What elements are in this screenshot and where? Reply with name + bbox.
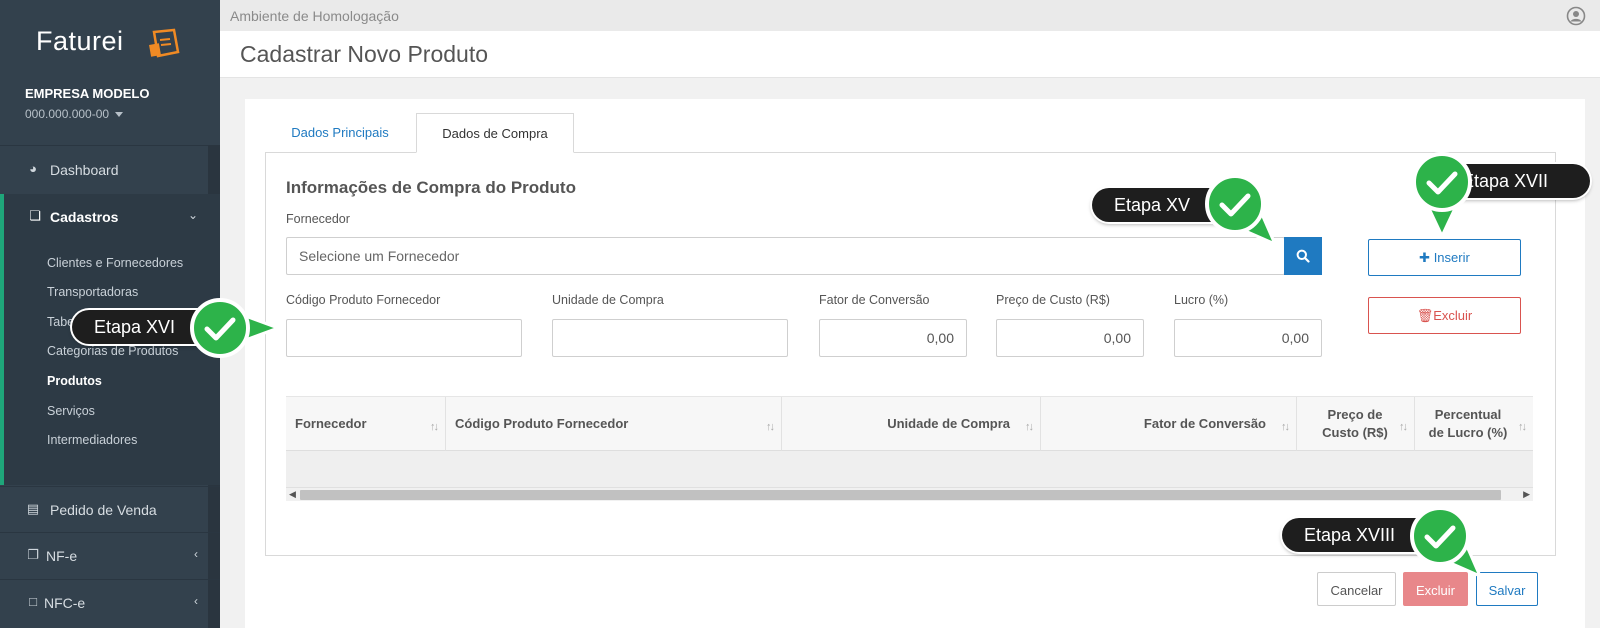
top-bar: Ambiente de Homologação (220, 0, 1600, 31)
fornecedor-label: Fornecedor (286, 212, 350, 226)
th-unidade[interactable]: Unidade de Compra ↑↓ (782, 397, 1041, 451)
nav-nfe[interactable]: ❐ NF-e ‹ (0, 533, 220, 579)
submenu-produtos[interactable]: Produtos (47, 374, 102, 388)
preco-custo-input[interactable]: 0,00 (996, 319, 1144, 357)
files-icon: ❏ (29, 208, 41, 223)
nav-cadastros[interactable]: ❏ Cadastros ⌄ (0, 194, 220, 240)
nav-nfce-label: NFC-e (44, 595, 86, 611)
excluir-fornecedor-button[interactable]: 🗑Excluir (1368, 297, 1521, 334)
lucro-input[interactable]: 0,00 (1174, 319, 1322, 357)
fornecedores-table: Fornecedor ↑↓ Código Produto Fornecedor ↑↓… (286, 396, 1533, 453)
nav-pedido-label: Pedido de Venda (50, 502, 157, 518)
nav-dashboard[interactable]: ◕ Dashboard (0, 147, 220, 193)
th-preco-label-2: Custo (R$) (1322, 425, 1388, 440)
page-title: Cadastrar Novo Produto (240, 41, 489, 67)
unidade-compra-input[interactable] (552, 319, 788, 357)
submenu-clientes-fornecedores[interactable]: Clientes e Fornecedores (47, 256, 183, 270)
document-icon: ▤ (26, 501, 40, 516)
unidade-label: Unidade de Compra (552, 293, 664, 307)
sort-icon: ↑↓ (430, 421, 439, 433)
divider (0, 145, 220, 146)
section-title: Informações de Compra do Produto (286, 178, 576, 197)
codigo-produto-fornecedor-input[interactable] (286, 319, 522, 357)
user-icon[interactable] (1566, 6, 1586, 26)
inserir-label: Inserir (1433, 250, 1470, 265)
sort-icon: ↑↓ (1281, 421, 1290, 433)
scroll-right-icon[interactable]: ▶ (1523, 489, 1530, 500)
check-badge-icon (1410, 506, 1483, 579)
submenu-transportadoras[interactable]: Transportadoras (47, 285, 138, 299)
chevron-down-icon: ⌄ (187, 208, 198, 222)
file-icon: □ (29, 594, 37, 609)
cadastros-submenu: Clientes e Fornecedores Transportadoras … (0, 240, 220, 485)
th-preco-label-1: Preço de (1327, 407, 1383, 422)
submenu-tabelas[interactable]: Tabe (47, 315, 74, 329)
th-unidade-label: Unidade de Compra (887, 416, 1010, 431)
dashboard-icon: ◕ (29, 161, 37, 176)
th-lucro-label-2: de Lucro (%) (1428, 425, 1508, 440)
submenu-intermediadores[interactable]: Intermediadores (47, 433, 137, 447)
tab-dados-principais[interactable]: Dados Principais (282, 113, 398, 153)
preco-label: Preço de Custo (R$) (996, 293, 1110, 307)
fornecedor-search-button[interactable] (1284, 237, 1322, 275)
nav-nfe-label: NF-e (46, 548, 78, 564)
environment-label: Ambiente de Homologação (230, 8, 399, 24)
scroll-thumb[interactable] (300, 490, 1501, 500)
copy-icon: ❐ (27, 547, 39, 562)
nav-nfce[interactable]: □ NFC-e ‹ (0, 580, 220, 626)
submenu-servicos[interactable]: Serviços (47, 404, 95, 418)
company-selector[interactable]: 000.000.000-00 (25, 107, 124, 121)
table-body (286, 451, 1533, 487)
search-icon (1296, 249, 1310, 263)
check-badge-icon (190, 298, 280, 358)
lucro-label: Lucro (%) (1174, 293, 1229, 307)
excluir-label: Excluir (1433, 308, 1473, 323)
check-badge-icon (1205, 174, 1278, 247)
tab-dados-compra[interactable]: Dados de Compra (416, 113, 574, 153)
th-fornecedor-label: Fornecedor (295, 416, 367, 431)
horizontal-scrollbar[interactable]: ◀ ▶ (286, 487, 1533, 501)
th-lucro-label-1: Percentual (1434, 407, 1502, 422)
company-doc: 000.000.000-00 (25, 107, 110, 121)
plus-icon: ✚ (1419, 250, 1434, 265)
cancelar-button[interactable]: Cancelar (1317, 572, 1396, 606)
nav-dashboard-label: Dashboard (50, 162, 119, 178)
sort-icon: ↑↓ (1518, 421, 1527, 433)
sort-icon: ↑↓ (766, 421, 775, 433)
trash-icon: 🗑 (1416, 308, 1434, 323)
app-logo: Faturei (36, 26, 124, 56)
fator-label: Fator de Conversão (819, 293, 930, 307)
check-badge-icon (1412, 152, 1472, 238)
codigo-label: Código Produto Fornecedor (286, 293, 441, 307)
submenu-categorias[interactable]: Categorias de Produtos (47, 344, 178, 358)
caret-down-icon (115, 112, 124, 118)
fator-conversao-input[interactable]: 0,00 (819, 319, 967, 357)
sort-icon: ↑↓ (1025, 421, 1034, 433)
nav-pedido-venda[interactable]: ▤ Pedido de Venda (0, 487, 220, 533)
th-fator-label: Fator de Conversão (1143, 416, 1266, 431)
page-header: Cadastrar Novo Produto (220, 31, 1600, 78)
th-codigo-label: Código Produto Fornecedor (455, 416, 629, 431)
fornecedor-select[interactable]: Selecione um Fornecedor (286, 237, 1285, 275)
chevron-left-icon: ‹ (194, 594, 198, 608)
th-fornecedor[interactable]: Fornecedor ↑↓ (286, 397, 446, 451)
th-lucro[interactable]: Percentual de Lucro (%) ↑↓ (1415, 397, 1533, 451)
company-name: EMPRESA MODELO (25, 86, 150, 101)
scroll-left-icon[interactable]: ◀ (289, 489, 296, 500)
nav-cadastros-label: Cadastros (50, 209, 119, 225)
sort-icon: ↑↓ (1399, 421, 1408, 433)
th-fator[interactable]: Fator de Conversão ↑↓ (1041, 397, 1297, 451)
inserir-button[interactable]: ✚ Inserir (1368, 239, 1521, 276)
chevron-left-icon: ‹ (194, 547, 198, 561)
th-codigo[interactable]: Código Produto Fornecedor ↑↓ (446, 397, 782, 451)
th-preco[interactable]: Preço de Custo (R$) ↑↓ (1297, 397, 1415, 451)
logo-icon (149, 28, 180, 58)
